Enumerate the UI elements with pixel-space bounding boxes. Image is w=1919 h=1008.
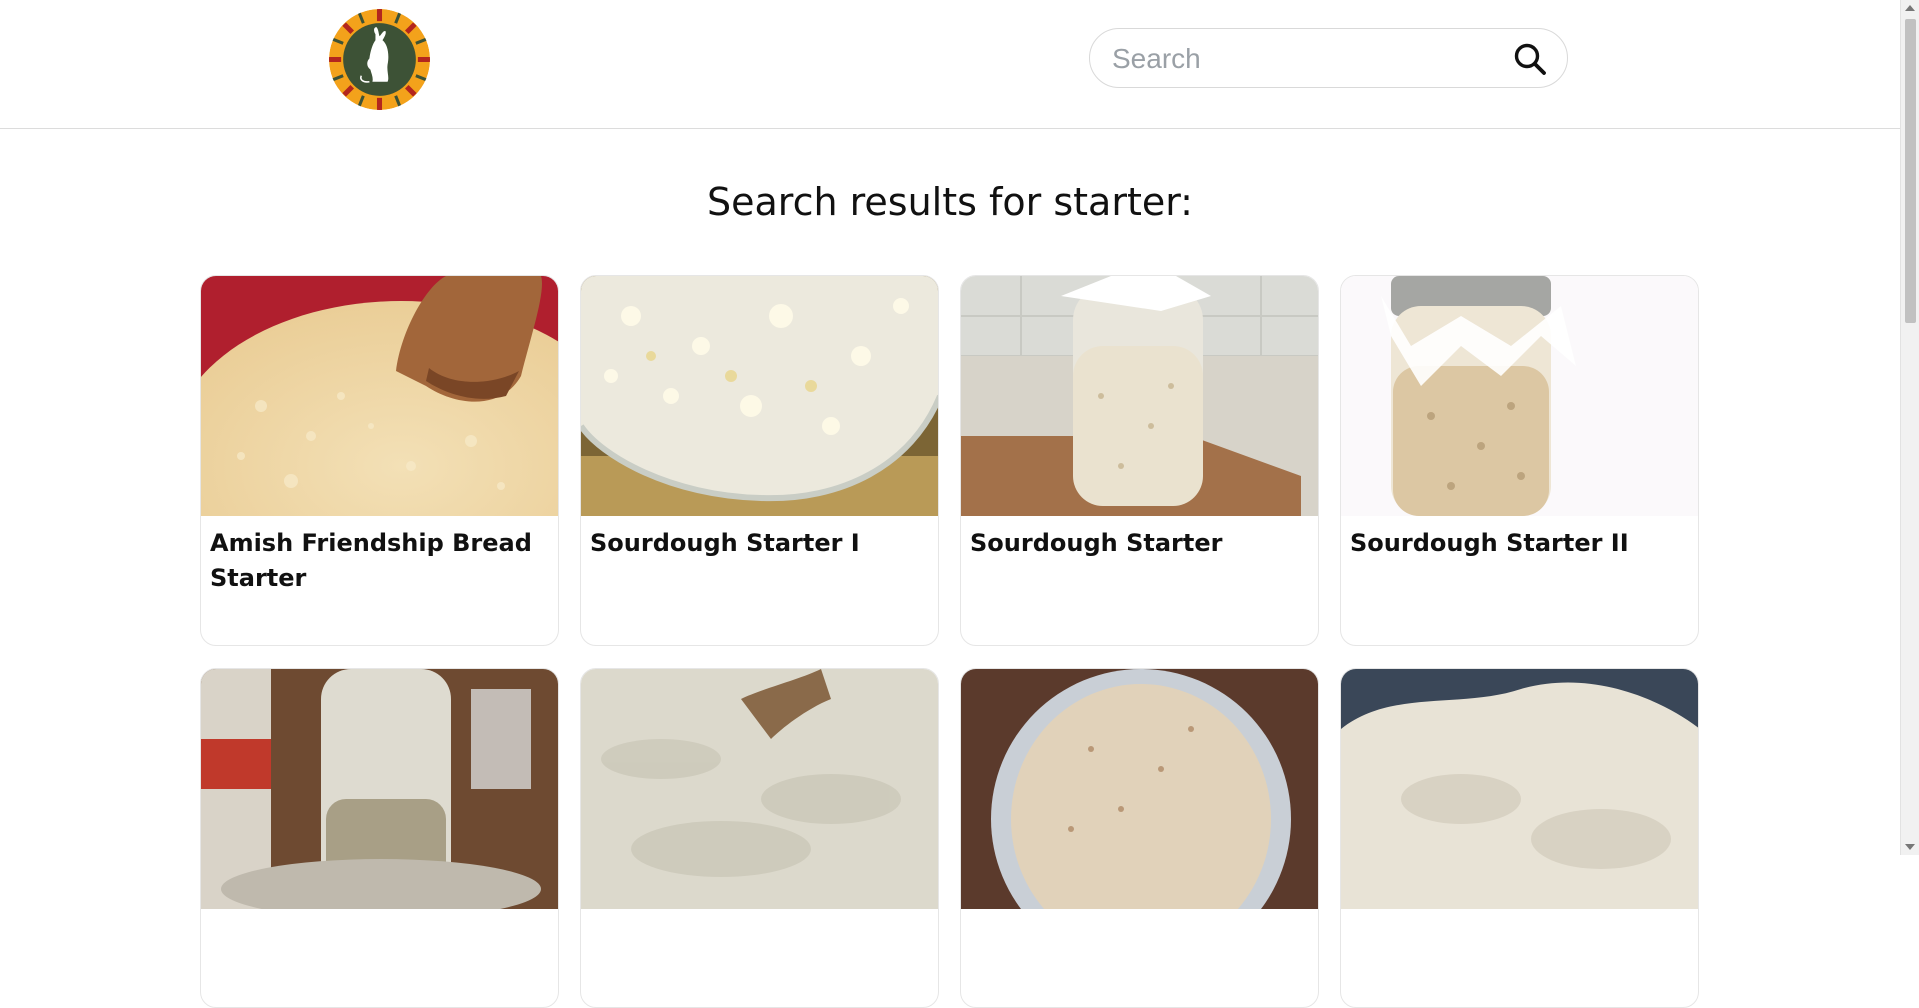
recipe-image — [201, 669, 558, 909]
search-input[interactable] — [1110, 39, 1494, 79]
search-button[interactable] — [1511, 40, 1549, 78]
recipe-image — [961, 669, 1318, 909]
recipe-image — [1341, 276, 1698, 516]
results-heading: Search results for starter: — [707, 180, 1193, 224]
recipe-card[interactable]: Sourdough Starter I — [580, 275, 939, 646]
recipe-title[interactable]: Amish Friendship Bread Starter — [210, 526, 545, 596]
search-bar — [1089, 28, 1568, 88]
site-header — [0, 0, 1900, 129]
recipe-image — [961, 276, 1318, 516]
recipe-card[interactable]: Sourdough Starter II — [1340, 275, 1699, 646]
recipe-card[interactable] — [200, 668, 559, 1008]
search-icon — [1514, 43, 1546, 75]
scroll-up-arrow-icon[interactable] — [1905, 5, 1915, 11]
recipe-image — [581, 669, 938, 909]
recipe-title[interactable]: Sourdough Starter II — [1350, 526, 1685, 561]
scroll-down-arrow-icon[interactable] — [1905, 844, 1915, 850]
recipe-card[interactable] — [960, 668, 1319, 1008]
recipe-title[interactable]: Sourdough Starter I — [590, 526, 925, 561]
recipe-image — [201, 276, 558, 516]
recipe-card[interactable] — [1340, 668, 1699, 1008]
recipe-card[interactable]: Sourdough Starter — [960, 275, 1319, 646]
recipe-card[interactable]: Amish Friendship Bread Starter — [200, 275, 559, 646]
site-logo[interactable] — [329, 9, 430, 110]
recipe-image — [581, 276, 938, 516]
recipe-image — [1341, 669, 1698, 909]
page-scrollbar[interactable] — [1900, 0, 1919, 855]
scrollbar-thumb[interactable] — [1905, 19, 1916, 323]
recipe-card[interactable] — [580, 668, 939, 1008]
rabbit-logo-icon — [329, 9, 430, 110]
recipe-title[interactable]: Sourdough Starter — [970, 526, 1305, 561]
